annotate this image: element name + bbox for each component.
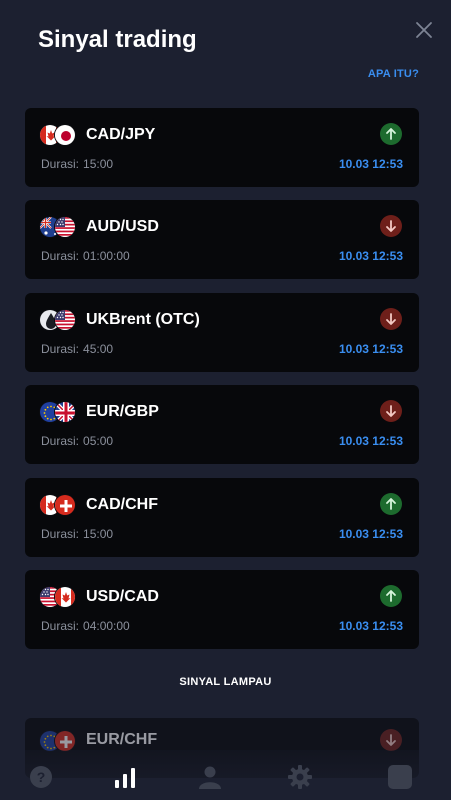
square-icon[interactable] (387, 764, 413, 790)
arrow-down-icon (380, 215, 402, 238)
pair-name: CAD/JPY (86, 126, 156, 143)
duration-label: Durasi: (41, 249, 80, 264)
svg-text:?: ? (37, 769, 46, 785)
help-icon[interactable]: ? (28, 764, 54, 790)
duration: Durasi: 01:00:00 (41, 249, 130, 263)
duration-value: 15:00 (83, 157, 114, 171)
what-is-link[interactable]: APA ITU? (368, 68, 419, 80)
flag-ch-icon (54, 730, 76, 752)
signals-chart-icon[interactable] (112, 764, 138, 790)
pair-name: AUD/USD (86, 218, 159, 236)
flag-jp-icon (54, 124, 76, 146)
currency-flags (39, 401, 81, 424)
page-title: Sinyal trading (38, 26, 197, 53)
duration-label: Durasi: (41, 526, 80, 541)
arrow-up-icon (380, 584, 402, 607)
close-icon[interactable] (412, 18, 436, 42)
signal-card[interactable]: UKBrent (OTC) Durasi: 45:00 10.03 12:53 (25, 292, 419, 372)
signal-time: 10.03 12:53 (338, 157, 403, 171)
currency-flags (39, 585, 81, 608)
signal-card[interactable]: CAD/CHF Durasi: 15:00 10.03 12:53 (25, 477, 419, 557)
flag-gb-icon (54, 401, 76, 424)
signal-card[interactable]: USD/CAD Durasi: 04:00:00 10.03 12:53 (25, 569, 419, 649)
past-signals-button[interactable]: SINYAL LAMPAU (0, 676, 451, 688)
duration-label: Durasi: (41, 157, 80, 171)
flag-us-icon (54, 308, 76, 331)
pair-name: UKBrent (OTC) (86, 310, 200, 328)
flag-ca-icon (54, 585, 76, 608)
duration-label: Durasi: (41, 341, 80, 356)
flag-us-icon (54, 216, 76, 239)
currency-flags (39, 124, 81, 146)
duration-value: 04:00:00 (83, 618, 130, 633)
direction-icon (380, 729, 402, 751)
duration-label: Durasi: (41, 434, 80, 449)
pair-name: CAD/CHF (86, 495, 158, 513)
signal-time: 10.03 12:53 (338, 341, 403, 356)
duration: Durasi: 45:00 (41, 342, 113, 356)
duration-value: 15:00 (83, 526, 114, 541)
arrow-up-icon (380, 123, 402, 145)
duration: Durasi: 15:00 (41, 527, 113, 541)
currency-flags (39, 493, 81, 516)
currency-flags (39, 308, 81, 331)
currency-flags (39, 216, 81, 239)
signal-list: CAD/JPY Durasi: 15:00 10.03 12:53 AUD/USD Dur… (25, 108, 419, 662)
pair-name: EUR/CHF (86, 731, 158, 748)
bottom-tab-bar: ? (0, 750, 451, 800)
signal-time: 10.03 12:53 (338, 618, 403, 633)
duration-label: Durasi: (41, 618, 80, 633)
signal-card[interactable]: CAD/JPY Durasi: 15:00 10.03 12:53 (25, 108, 419, 187)
signal-time: 10.03 12:53 (338, 249, 403, 264)
arrow-down-icon (380, 400, 402, 423)
user-icon[interactable] (197, 764, 223, 790)
arrow-down-icon (380, 307, 402, 330)
duration: Durasi: 04:00:00 (41, 619, 130, 633)
duration-value: 05:00 (83, 434, 114, 449)
signal-card[interactable]: EUR/GBP Durasi: 05:00 10.03 12:53 (25, 385, 419, 465)
currency-flags (39, 730, 81, 752)
flag-ch-icon (54, 493, 76, 516)
pair-name: USD/CAD (86, 587, 159, 605)
duration: Durasi: 15:00 (41, 157, 113, 171)
duration-value: 01:00:00 (83, 249, 130, 264)
signal-card[interactable]: AUD/USD Durasi: 01:00:00 10.03 12:53 (25, 200, 419, 280)
pair-name: EUR/GBP (86, 403, 159, 421)
duration-value: 45:00 (83, 341, 114, 356)
signal-time: 10.03 12:53 (338, 526, 403, 541)
signal-time: 10.03 12:53 (338, 434, 403, 449)
settings-icon[interactable] (287, 764, 313, 790)
duration: Durasi: 05:00 (41, 434, 113, 448)
trading-signals-screen: Sinyal trading APA ITU? CAD/JPY Durasi: 15… (0, 0, 451, 800)
arrow-up-icon (380, 492, 402, 515)
